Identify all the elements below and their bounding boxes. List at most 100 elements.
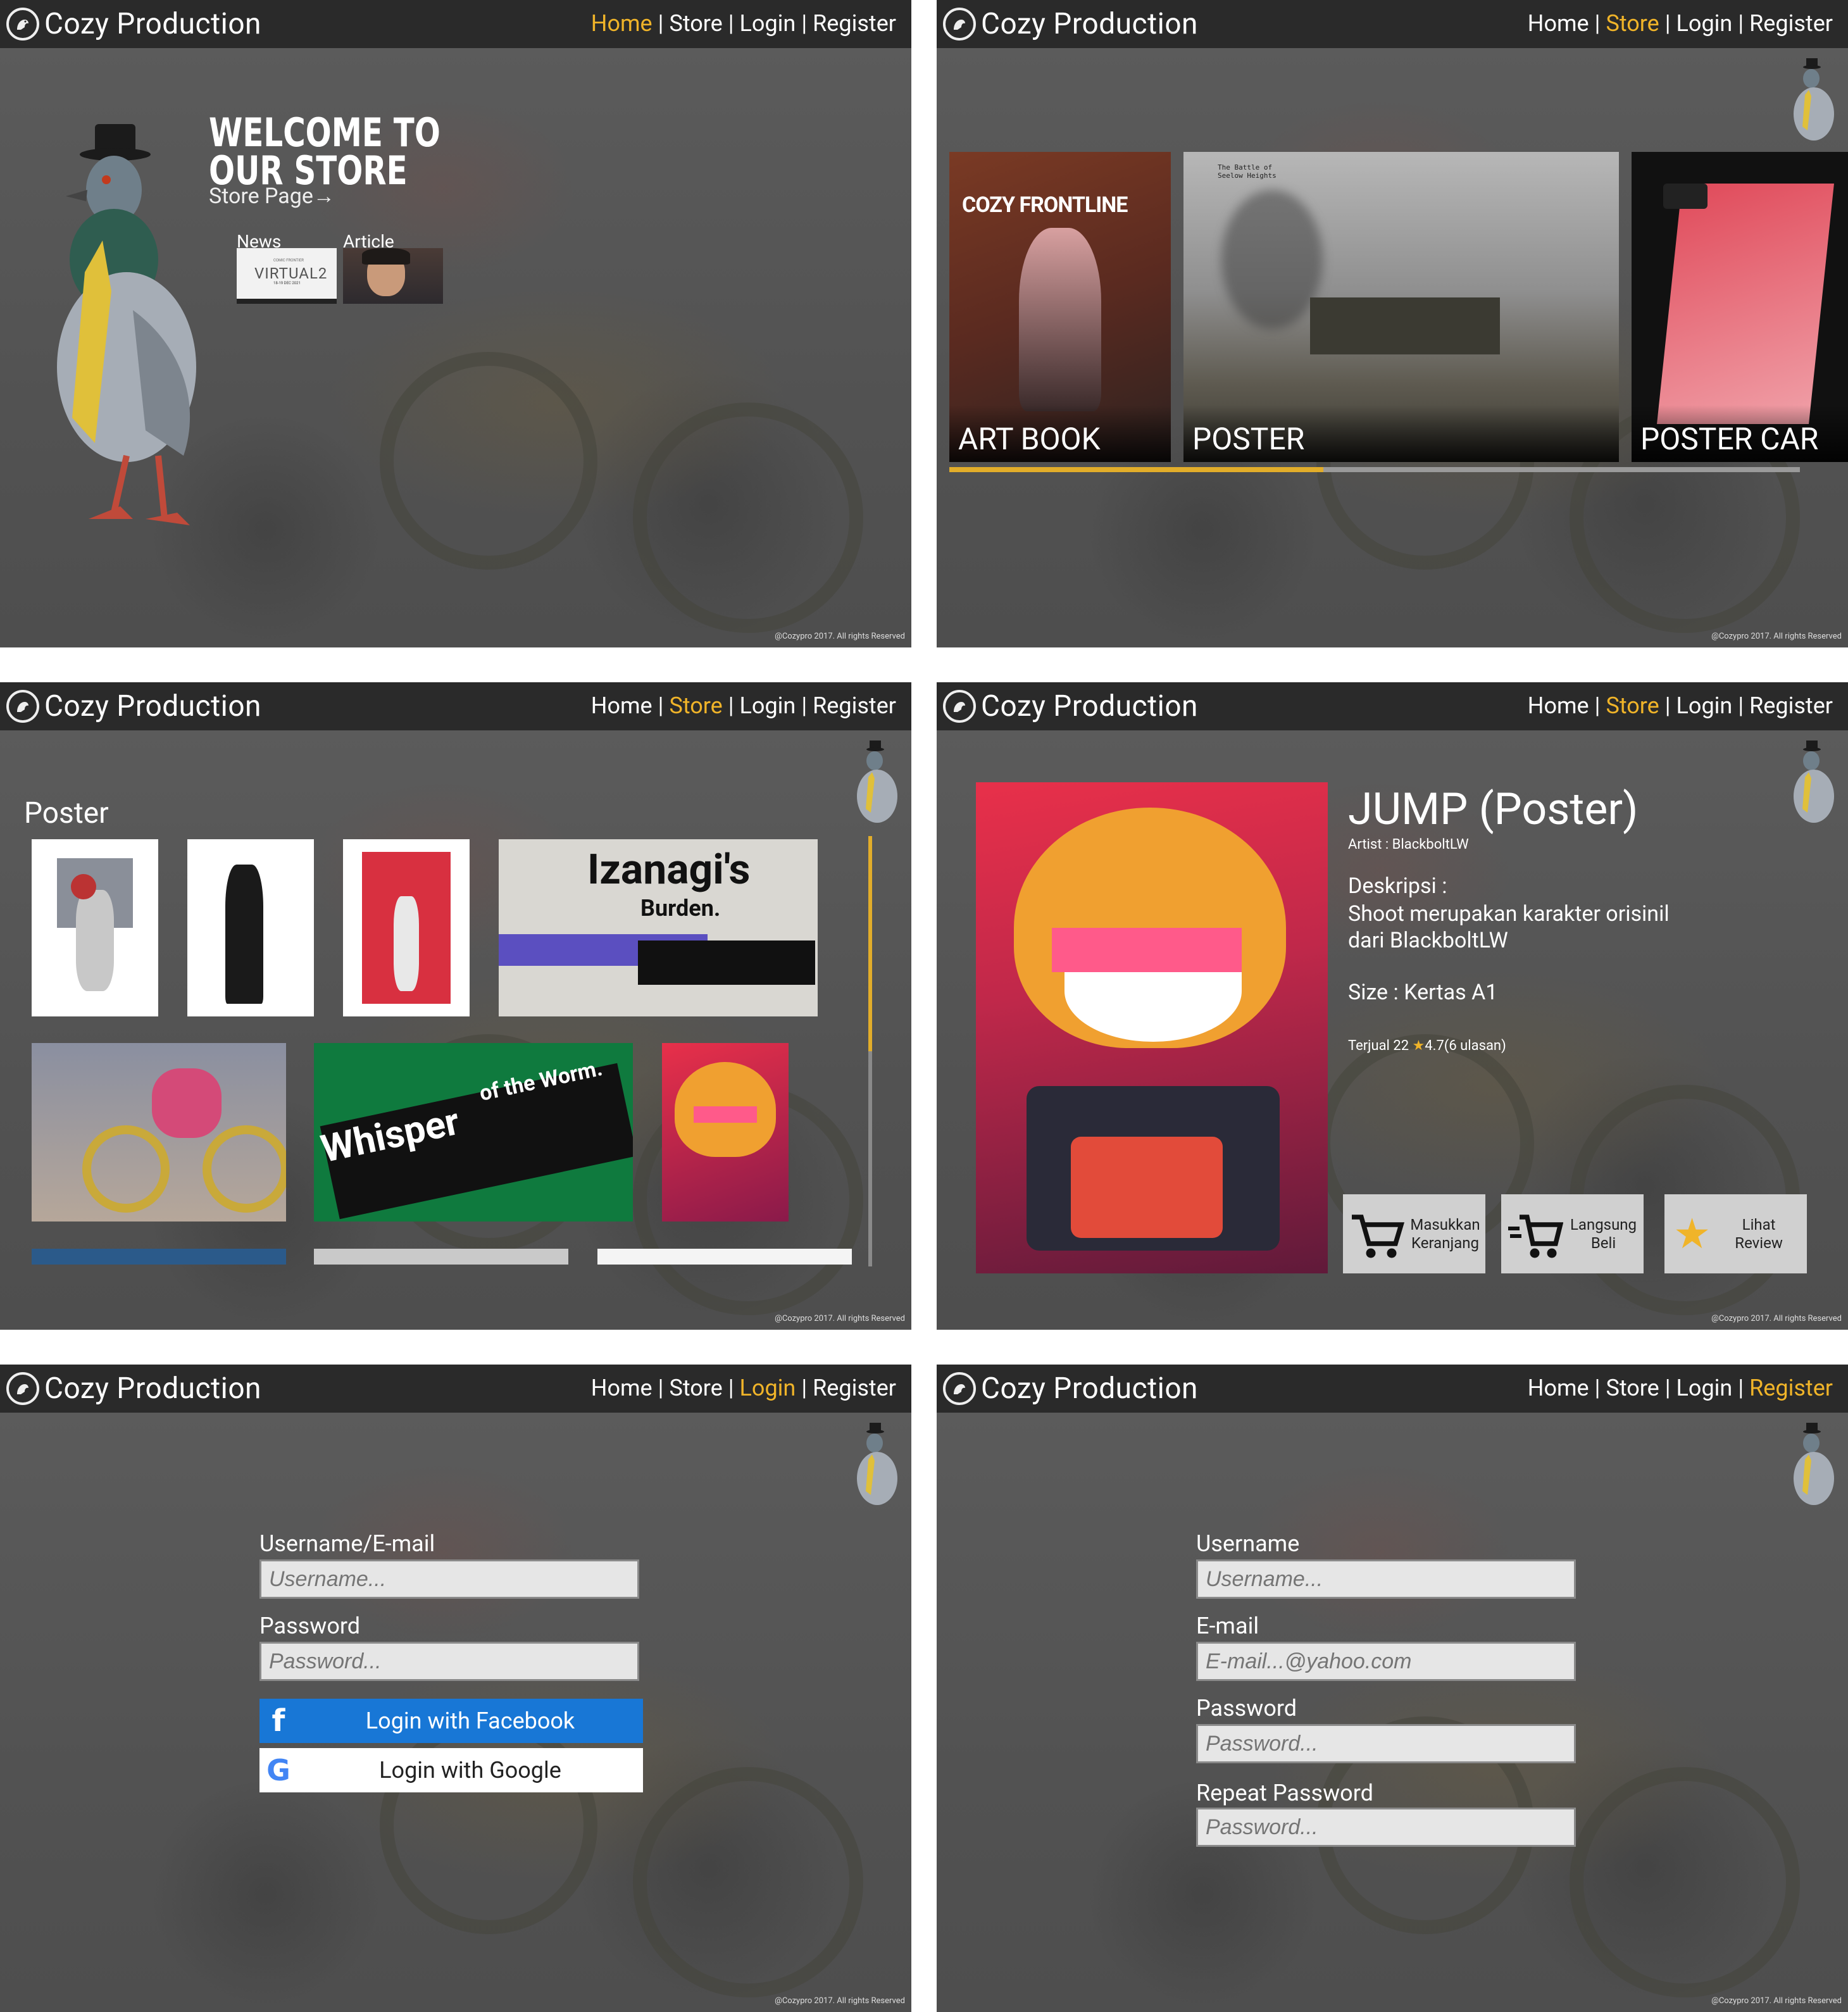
register-password-input[interactable] bbox=[1196, 1724, 1576, 1763]
category-label: POSTER bbox=[1183, 405, 1619, 462]
product-size: Size : Kertas A1 bbox=[1348, 980, 1498, 1005]
nav-store[interactable]: Store bbox=[669, 10, 722, 37]
store-page-link[interactable]: Store Page→ bbox=[209, 184, 335, 209]
register-repeat-password-input[interactable] bbox=[1196, 1808, 1576, 1847]
nav-home[interactable]: Home bbox=[1528, 10, 1589, 37]
facebook-icon: f bbox=[272, 1703, 285, 1739]
carousel-scrollbar[interactable] bbox=[949, 467, 1800, 472]
login-google-button[interactable]: G Login with Google bbox=[259, 1748, 643, 1792]
welcome-headline: WELCOME TO OUR STORE bbox=[209, 113, 440, 191]
nav-store[interactable]: Store bbox=[1606, 692, 1659, 719]
add-to-cart-button[interactable]: Masukkan Keranjang bbox=[1343, 1194, 1485, 1273]
nav-store[interactable]: Store bbox=[1606, 1375, 1659, 1401]
artbook-cover-title: COZY FRONTLINE bbox=[962, 192, 1128, 218]
pigeon-logo-icon bbox=[6, 8, 39, 41]
footer-copyright: @Cozypro 2017. All rights Reserved bbox=[775, 632, 905, 641]
register-username-label: Username bbox=[1196, 1530, 1300, 1557]
product-stats: Terjual 22 ★4.7(6 ulasan) bbox=[1348, 1038, 1506, 1054]
home-screen: Cozy Production Home | Store | Login | Registe… bbox=[0, 0, 911, 647]
brand[interactable]: Cozy Production bbox=[943, 689, 1198, 724]
view-review-button[interactable]: ★ Lihat Review bbox=[1664, 1194, 1807, 1273]
category-card-poster-car[interactable]: POSTER CAR bbox=[1632, 152, 1848, 462]
poster-thumb[interactable] bbox=[597, 1249, 852, 1265]
pigeon-logo-icon bbox=[943, 690, 976, 723]
news-thumbnail[interactable]: COMIC FRONTIER VIRTUAL2 18-19 DEC 2021 bbox=[237, 248, 337, 304]
brand[interactable]: Cozy Production bbox=[943, 6, 1198, 42]
brand-title: Cozy Production bbox=[981, 7, 1198, 41]
register-email-input[interactable] bbox=[1196, 1642, 1576, 1681]
product-artist: Artist : BlackboltLW bbox=[1348, 837, 1469, 853]
brand[interactable]: Cozy Production bbox=[6, 6, 261, 42]
poster-list-scrollbar-thumb[interactable] bbox=[868, 836, 872, 1051]
brand[interactable]: Cozy Production bbox=[6, 1371, 261, 1406]
nav-store[interactable]: Store bbox=[1606, 10, 1659, 37]
nav-home[interactable]: Home bbox=[1528, 1375, 1589, 1401]
nav-home[interactable]: Home bbox=[591, 1375, 652, 1401]
view-review-label-1: Lihat bbox=[1742, 1215, 1776, 1234]
add-to-cart-label-1: Masukkan bbox=[1410, 1215, 1480, 1234]
main-nav: Home | Store | Login | Register bbox=[1527, 10, 1833, 37]
google-icon: G bbox=[266, 1753, 290, 1787]
nav-home[interactable]: Home bbox=[591, 10, 652, 37]
poster-thumb-izanagi[interactable]: Izanagi's Burden. bbox=[499, 839, 818, 1016]
nav-register[interactable]: Register bbox=[1749, 1375, 1833, 1401]
footer-copyright: @Cozypro 2017. All rights Reserved bbox=[775, 1996, 905, 2006]
nav-register[interactable]: Register bbox=[1749, 692, 1833, 719]
poster-thumb[interactable] bbox=[187, 839, 314, 1016]
fast-cart-icon bbox=[1508, 1214, 1563, 1258]
category-card-poster[interactable]: The Battle of Seelow Heights POSTER bbox=[1183, 152, 1619, 462]
poster-thumb[interactable] bbox=[32, 1043, 286, 1222]
main-nav: Home | Store | Login | Register bbox=[1527, 692, 1833, 719]
register-password-label: Password bbox=[1196, 1695, 1297, 1721]
buy-now-button[interactable]: Langsung Beli bbox=[1501, 1194, 1644, 1273]
pigeon-mascot-small bbox=[1794, 740, 1834, 823]
password-input[interactable] bbox=[259, 1642, 639, 1681]
login-facebook-button[interactable]: f Login with Facebook bbox=[259, 1699, 643, 1743]
news-thumb-small: COMIC FRONTIER bbox=[273, 258, 304, 263]
pigeon-mascot-small bbox=[857, 1423, 897, 1505]
poster-thumb[interactable] bbox=[32, 839, 158, 1016]
register-screen: Cozy Production Home | Store | Login | Registe… bbox=[937, 1365, 1848, 2012]
category-label: POSTER CAR bbox=[1632, 405, 1848, 462]
brand[interactable]: Cozy Production bbox=[943, 1371, 1198, 1406]
pigeon-mascot-small bbox=[1794, 1423, 1834, 1505]
poster-thumb[interactable] bbox=[32, 1249, 286, 1265]
poster-list-scrollbar[interactable] bbox=[868, 836, 872, 1266]
nav-login[interactable]: Login bbox=[1676, 10, 1733, 37]
star-icon: ★ bbox=[1673, 1209, 1711, 1259]
poster-thumb-whisper[interactable]: Whisper of the Worm. bbox=[314, 1043, 633, 1222]
poster-thumb-jump[interactable] bbox=[662, 1043, 789, 1222]
product-image bbox=[976, 782, 1328, 1273]
register-username-input[interactable] bbox=[1196, 1559, 1576, 1599]
store-page-link-label: Store Page bbox=[209, 184, 313, 209]
footer-copyright: @Cozypro 2017. All rights Reserved bbox=[1711, 1314, 1842, 1323]
carousel-scrollbar-thumb[interactable] bbox=[949, 467, 1324, 472]
pigeon-mascot-image bbox=[57, 124, 196, 525]
nav-home[interactable]: Home bbox=[1528, 692, 1589, 719]
poster-grid: Izanagi's Burden. bbox=[0, 682, 861, 1330]
nav-store[interactable]: Store bbox=[669, 1375, 722, 1401]
nav-register[interactable]: Register bbox=[813, 1375, 896, 1401]
poster-thumb[interactable] bbox=[314, 1249, 568, 1265]
login-screen: Cozy Production Home | Store | Login | Registe… bbox=[0, 1365, 911, 2012]
cart-icon bbox=[1352, 1214, 1405, 1258]
star-icon: ★ bbox=[1412, 1038, 1425, 1054]
background-art bbox=[937, 1413, 1848, 2012]
main-nav: Home | Store | Login | Register bbox=[1527, 1375, 1833, 1401]
nav-register[interactable]: Register bbox=[813, 10, 896, 37]
article-thumbnail[interactable] bbox=[343, 248, 443, 304]
nav-login[interactable]: Login bbox=[1676, 1375, 1733, 1401]
username-email-input[interactable] bbox=[259, 1559, 639, 1599]
footer-copyright: @Cozypro 2017. All rights Reserved bbox=[1711, 1996, 1842, 2006]
brand-title: Cozy Production bbox=[981, 689, 1198, 723]
nav-login[interactable]: Login bbox=[740, 1375, 796, 1401]
nav-register[interactable]: Register bbox=[1749, 10, 1833, 37]
poster-thumb[interactable] bbox=[343, 839, 470, 1016]
password-label: Password bbox=[259, 1613, 361, 1639]
top-bar: Cozy Production Home | Store | Login | Registe… bbox=[937, 1365, 1848, 1413]
nav-login[interactable]: Login bbox=[1676, 692, 1733, 719]
pigeon-mascot-small bbox=[1794, 58, 1834, 141]
category-card-artbook[interactable]: COZY FRONTLINE ART BOOK bbox=[949, 152, 1171, 462]
nav-login[interactable]: Login bbox=[740, 10, 796, 37]
main-nav: Home | Store | Login | Register bbox=[590, 10, 896, 37]
